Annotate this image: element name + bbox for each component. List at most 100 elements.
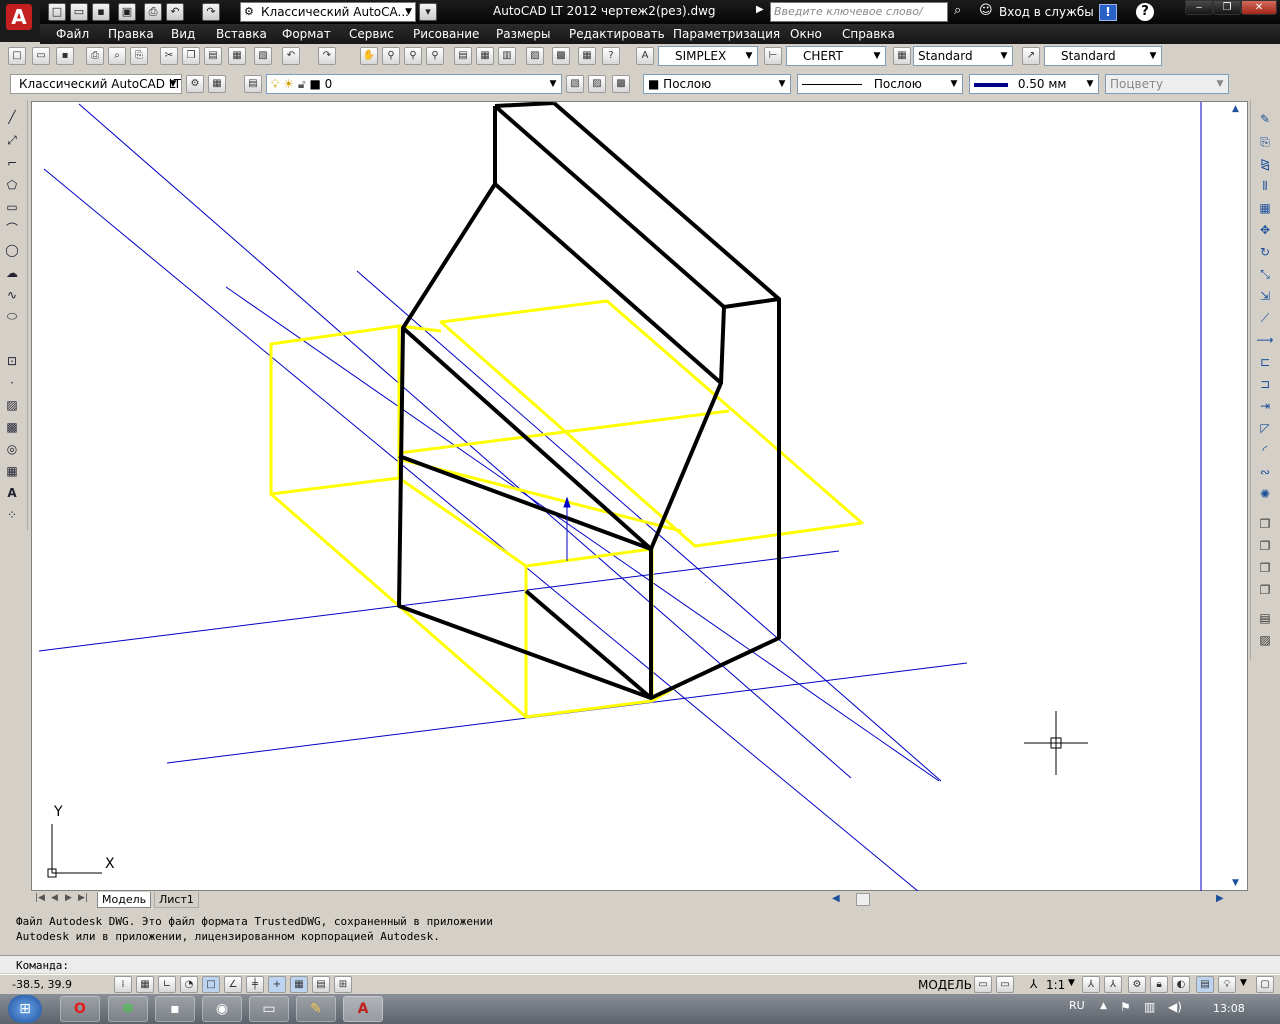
menu-file[interactable]: Файл (56, 27, 89, 41)
layer-manager-icon[interactable]: ▤ (244, 75, 262, 93)
circle-icon[interactable]: ◯ (3, 241, 21, 259)
break-at-point-icon[interactable]: ⊏ (1256, 353, 1274, 371)
dim-style-icon[interactable]: ⊢ (764, 47, 782, 65)
explode-icon[interactable]: ✺ (1256, 485, 1274, 503)
chevron-down-icon[interactable]: ▼ (1240, 978, 1247, 988)
match-properties-icon[interactable]: ▦ (228, 47, 246, 65)
undo-icon[interactable]: ↶ (166, 3, 184, 21)
tab-next-icon[interactable]: ▶ (65, 893, 72, 903)
spline-icon[interactable]: ∿ (3, 286, 21, 304)
new-icon[interactable]: □ (8, 47, 26, 65)
gradient-icon[interactable]: ▩ (3, 418, 21, 436)
revision-cloud-icon[interactable]: ☁ (3, 264, 21, 282)
mleader-style-select[interactable]: Standard ▼ (1044, 46, 1162, 66)
stretch-icon[interactable]: ⇲ (1256, 287, 1274, 305)
hscroll-thumb[interactable] (856, 893, 870, 906)
autocad-task-icon[interactable]: A (343, 996, 383, 1022)
language-indicator[interactable]: RU (1069, 999, 1085, 1012)
layer-states-icon[interactable]: ▩ (612, 75, 630, 93)
tab-first-icon[interactable]: |◀ (35, 893, 45, 903)
polyline-icon[interactable]: ⌐ (3, 154, 21, 172)
region-icon[interactable]: ◎ (3, 440, 21, 458)
user-icon[interactable]: ☺ (979, 3, 993, 18)
blend-curves-icon[interactable]: ∾ (1256, 463, 1274, 481)
start-button[interactable]: ⊞ (8, 995, 42, 1023)
extend-icon[interactable]: ⟶ (1256, 331, 1274, 349)
rotate-icon[interactable]: ↻ (1256, 243, 1274, 261)
text-front-icon[interactable]: ▤ (1256, 609, 1274, 627)
chevron-down-icon[interactable]: ▼ (1068, 978, 1075, 988)
point-icon[interactable]: · (3, 374, 21, 392)
redo-icon[interactable]: ↷ (202, 3, 220, 21)
application-menu-button[interactable]: A (0, 0, 40, 42)
hatch-back-icon[interactable]: ▨ (1256, 631, 1274, 649)
workspace-select[interactable]: Классический AutoCA... ⚙ ▼ (240, 2, 416, 22)
tab-last-icon[interactable]: ▶| (78, 893, 88, 903)
offset-icon[interactable]: ⫴ (1256, 177, 1274, 195)
draworder-front-icon[interactable]: ❐ (1256, 515, 1274, 533)
draworder-back-icon[interactable]: ❐ (1256, 537, 1274, 555)
cut-icon[interactable]: ✂ (160, 47, 178, 65)
table-icon[interactable]: ▦ (3, 462, 21, 480)
scroll-up-icon[interactable]: ▲ (1232, 104, 1239, 114)
properties-icon[interactable]: ▤ (454, 47, 472, 65)
new-icon[interactable]: □ (48, 3, 66, 21)
text-style-select[interactable]: SIMPLEX ▼ (658, 46, 758, 66)
zoom-realtime-icon[interactable]: ⚲ (382, 47, 400, 65)
search-expand-icon[interactable]: ▶ (756, 4, 764, 15)
snap-mode-icon[interactable]: ⁞ (114, 976, 132, 993)
move-icon[interactable]: ✥ (1256, 221, 1274, 239)
copy-icon[interactable]: ❐ (182, 47, 200, 65)
workspace-switch-icon[interactable]: ⚙ (1128, 976, 1146, 993)
annotation-visibility-icon[interactable]: ⅄ (1082, 976, 1100, 993)
hardware-acceleration-icon[interactable]: 💡︎ (1218, 976, 1236, 993)
hscroll-right-icon[interactable]: ▶ (1216, 893, 1224, 904)
dynamic-input-icon[interactable]: ╪ (246, 976, 264, 993)
clock[interactable]: 13:08 (1213, 1002, 1245, 1015)
help-icon[interactable]: ? (602, 47, 620, 65)
print-icon[interactable]: ⎙ (144, 3, 162, 21)
arc-icon[interactable]: ⌒ (3, 220, 21, 238)
menu-format[interactable]: Формат (282, 27, 331, 41)
clean-screen-icon[interactable]: ▢ (1256, 976, 1274, 993)
drawing-area[interactable]: Y X ▲ ▼ (31, 101, 1248, 893)
menu-view[interactable]: Вид (171, 27, 195, 41)
tab-prev-icon[interactable]: ◀ (51, 893, 58, 903)
line-icon[interactable]: ╱ (3, 108, 21, 126)
menu-help[interactable]: Справка (842, 27, 895, 41)
open-icon[interactable]: ▭ (70, 3, 88, 21)
hatch-icon[interactable]: ▨ (3, 396, 21, 414)
layer-previous-icon[interactable]: ▨ (588, 75, 606, 93)
mirror-icon[interactable]: ⧎ (1256, 155, 1274, 173)
auto-scale-icon[interactable]: ⅄ (1104, 976, 1122, 993)
menu-draw[interactable]: Рисование (413, 27, 479, 41)
join-icon[interactable]: ⇥ (1256, 397, 1274, 415)
help-icon[interactable]: ? (1136, 3, 1154, 21)
menu-edit[interactable]: Правка (108, 27, 154, 41)
qat-dropdown-icon[interactable]: ▾ (419, 3, 437, 21)
chamfer-icon[interactable]: ◸ (1256, 419, 1274, 437)
break-icon[interactable]: ⊐ (1256, 375, 1274, 393)
fillet-icon[interactable]: ◜ (1256, 441, 1274, 459)
volume-icon[interactable]: ◀) (1168, 1000, 1182, 1014)
trim-icon[interactable]: ⟋ (1256, 309, 1274, 327)
quick-properties-icon[interactable]: ▤ (312, 976, 330, 993)
save-icon[interactable]: ▪ (56, 47, 74, 65)
quick-view-layouts-icon[interactable]: ▭ (974, 976, 992, 993)
polar-tracking-icon[interactable]: ◔ (180, 976, 198, 993)
binoculars-icon[interactable]: ⌕ (954, 3, 961, 18)
insert-block-icon[interactable]: ⊡ (3, 352, 21, 370)
zoom-previous-icon[interactable]: ⚲ (426, 47, 444, 65)
calculator-icon[interactable]: ▦ (578, 47, 596, 65)
opera-icon[interactable]: O (60, 996, 100, 1022)
minimize-button[interactable]: ‒ (1185, 0, 1213, 15)
draworder-above-icon[interactable]: ❐ (1256, 559, 1274, 577)
customize-icon[interactable]: ▦ (208, 75, 226, 93)
dim-style-select[interactable]: CHERT ▼ (786, 46, 886, 66)
login-link[interactable]: Вход в службы (999, 5, 1094, 19)
menu-parametric[interactable]: Параметризация (673, 27, 780, 41)
copy-object-icon[interactable]: ⎘ (1256, 133, 1274, 151)
saveas-icon[interactable]: ▣ (118, 3, 136, 21)
tray-expand-icon[interactable]: ▲ (1100, 1001, 1107, 1011)
isolate-objects-icon[interactable]: ◐ (1172, 976, 1190, 993)
